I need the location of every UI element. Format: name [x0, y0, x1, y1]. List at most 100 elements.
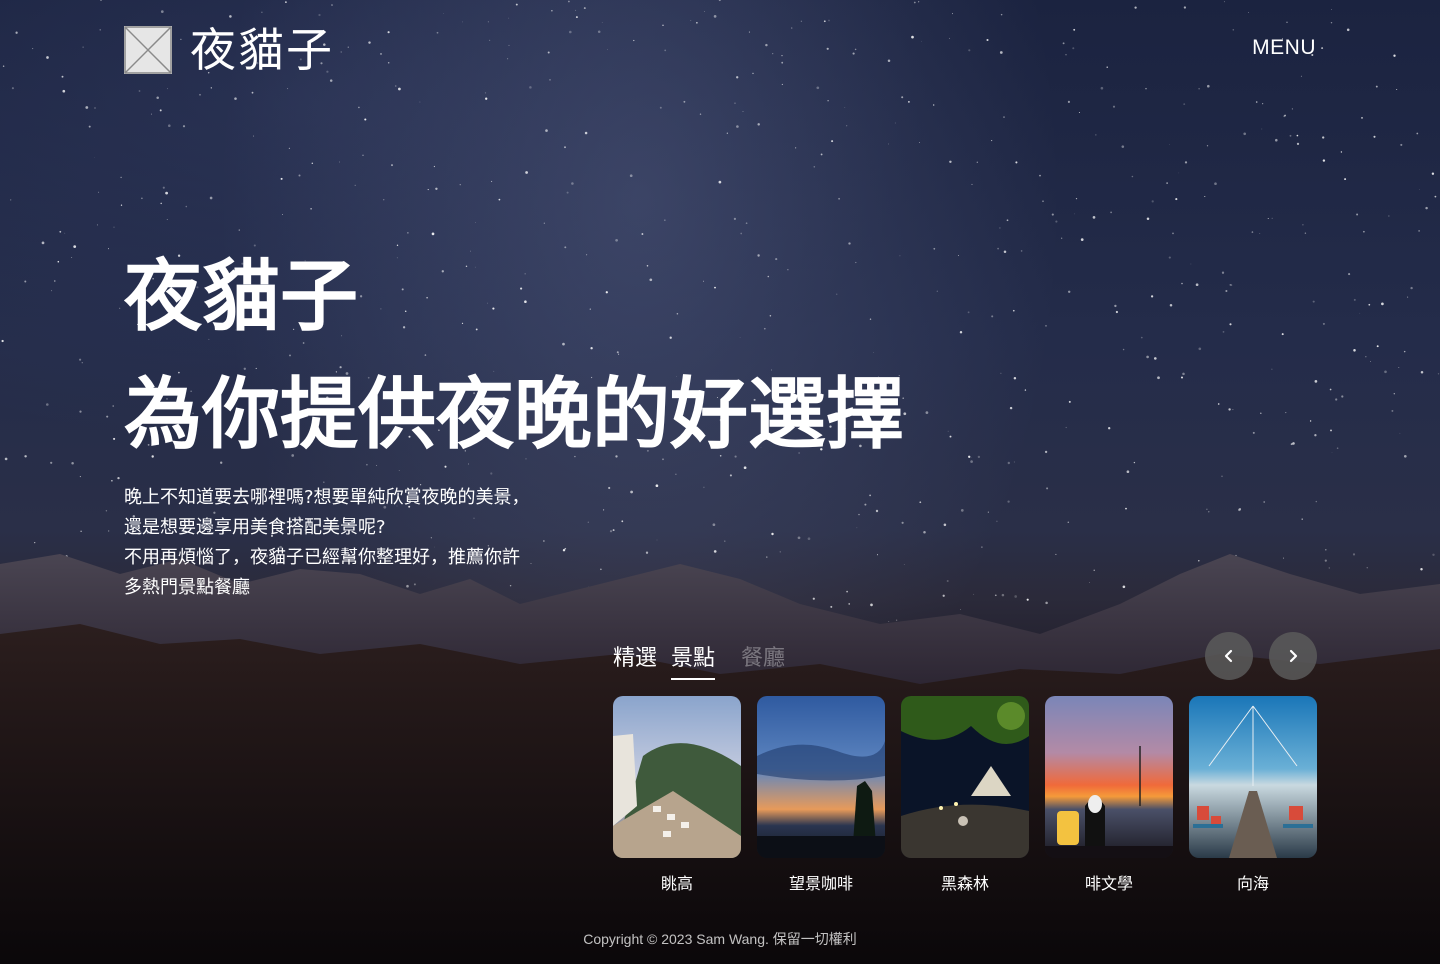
carousel-next-button[interactable]: [1269, 632, 1317, 680]
hero-title: 夜貓子 為你提供夜晚的好選擇: [124, 238, 904, 474]
star: [64, 232, 66, 234]
star: [856, 527, 858, 529]
tab-restaurants[interactable]: 餐廳: [741, 640, 785, 680]
star: [609, 530, 613, 533]
star: [98, 191, 100, 193]
star: [165, 191, 168, 195]
star: [999, 51, 1003, 54]
logo[interactable]: 夜貓子: [124, 22, 334, 78]
star: [94, 157, 96, 159]
star: [156, 96, 159, 100]
place-card[interactable]: 眺高: [613, 696, 741, 894]
star: [696, 22, 698, 24]
star: [908, 101, 910, 103]
star: [726, 132, 728, 134]
star: [1024, 389, 1027, 391]
star: [1046, 487, 1049, 490]
star: [1271, 368, 1273, 370]
star: [85, 106, 89, 109]
star: [736, 76, 739, 79]
star: [1221, 271, 1225, 274]
star: [838, 197, 840, 200]
star: [923, 531, 926, 534]
star: [81, 362, 83, 364]
place-card[interactable]: 啡文學: [1045, 696, 1173, 894]
star: [1437, 373, 1440, 375]
star: [515, 3, 518, 6]
star: [1223, 1, 1225, 3]
star: [601, 22, 603, 23]
star: [229, 15, 232, 18]
star: [1134, 6, 1137, 9]
star: [1399, 432, 1401, 434]
star: [1166, 182, 1168, 184]
place-card-image: [1045, 696, 1173, 858]
star: [382, 198, 385, 201]
footer-copyright: Copyright © 2023 Sam Wang. 保留一切權利: [583, 931, 857, 947]
star: [1007, 461, 1010, 465]
star: [96, 224, 98, 226]
star: [1140, 336, 1143, 339]
star: [1252, 431, 1255, 434]
logo-text: 夜貓子: [190, 23, 334, 77]
star: [1243, 132, 1247, 136]
star: [571, 182, 574, 185]
star: [736, 125, 739, 128]
star: [41, 241, 45, 245]
star: [73, 245, 77, 248]
star: [901, 521, 904, 524]
star: [113, 226, 115, 228]
star: [120, 204, 123, 206]
star: [358, 106, 360, 109]
star: [475, 222, 476, 223]
star: [1000, 13, 1003, 16]
carousel-prev-button[interactable]: [1205, 632, 1253, 680]
menu-button[interactable]: MENU: [1252, 36, 1316, 60]
star: [597, 30, 601, 33]
star: [831, 140, 834, 143]
star: [1321, 47, 1324, 50]
star: [1062, 42, 1065, 45]
star: [1122, 348, 1125, 351]
star: [826, 47, 829, 50]
place-card[interactable]: 黑森林: [901, 696, 1029, 894]
star: [4, 457, 8, 461]
place-card[interactable]: 望景咖啡: [757, 696, 885, 894]
star: [1108, 427, 1111, 430]
star: [1419, 189, 1420, 191]
star: [364, 118, 367, 121]
star: [991, 315, 994, 318]
star: [100, 0, 102, 1]
star: [1206, 508, 1208, 510]
star: [1178, 172, 1180, 174]
star: [960, 509, 964, 512]
star: [781, 55, 783, 57]
tab-attractions[interactable]: 景點: [671, 640, 716, 680]
star: [1039, 174, 1041, 177]
star: [976, 161, 978, 163]
star: [1356, 213, 1359, 216]
star: [690, 20, 692, 22]
star: [1106, 66, 1108, 68]
star: [659, 106, 662, 109]
star: [1271, 217, 1273, 219]
star: [1365, 356, 1367, 358]
star: [24, 455, 27, 458]
star: [1330, 21, 1333, 24]
star: [1232, 409, 1234, 411]
tab-featured[interactable]: 精選: [613, 640, 657, 680]
place-card[interactable]: 向海: [1189, 696, 1317, 894]
star: [1329, 388, 1332, 391]
star: [1013, 376, 1017, 380]
star: [234, 97, 237, 100]
star: [991, 140, 993, 142]
star: [1418, 230, 1420, 232]
star: [608, 486, 611, 490]
star: [852, 52, 855, 55]
star: [936, 290, 938, 292]
star: [566, 191, 569, 194]
star: [999, 227, 1001, 229]
star: [1044, 450, 1048, 454]
star: [1020, 250, 1023, 252]
star: [285, 1, 287, 3]
